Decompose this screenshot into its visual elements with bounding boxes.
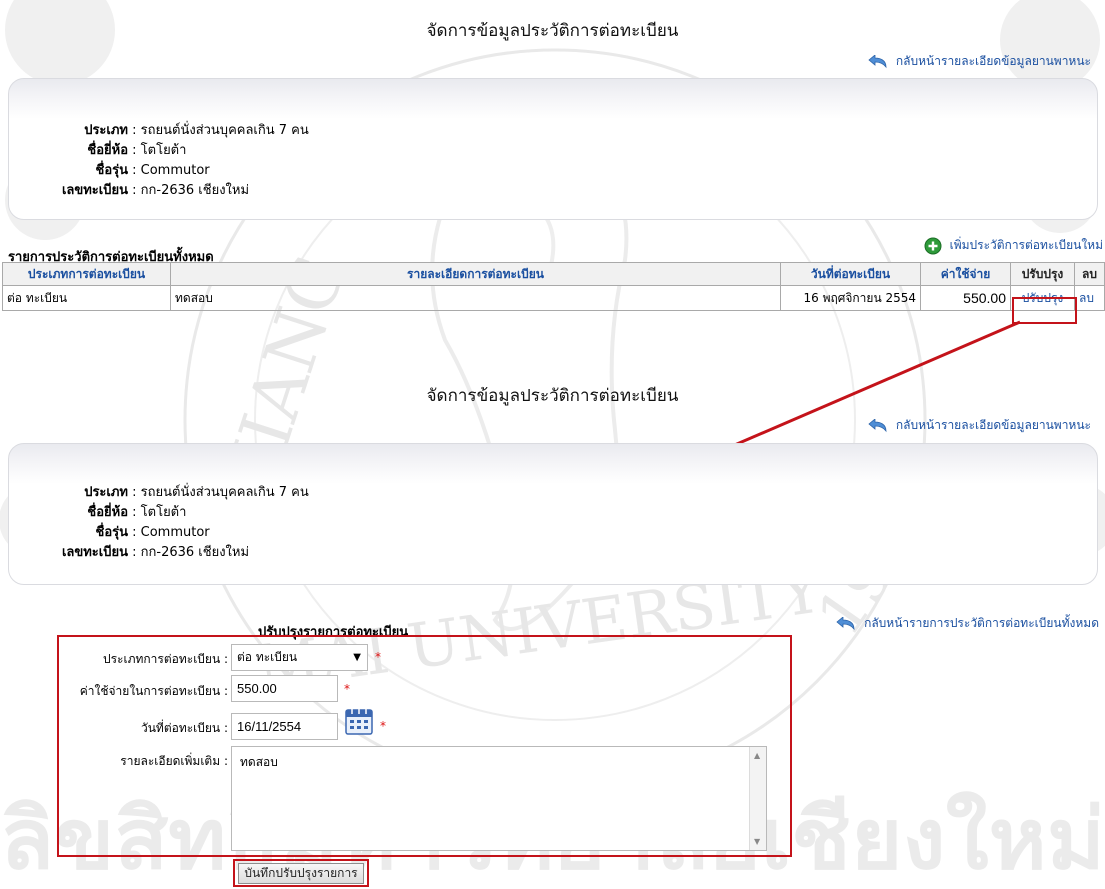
vehicle-model-row: ชื่อรุ่น : Commutor — [0, 161, 309, 181]
edit-highlight-box — [1012, 297, 1077, 324]
renewal-type-label: ประเภทการต่อทะเบียน : — [102, 652, 228, 666]
renewal-type-value: ต่อ ทะเบียน — [237, 650, 298, 664]
renewal-date-input[interactable] — [231, 713, 338, 740]
vehicle-brand-value: โตโยต้า — [140, 505, 187, 520]
detail-text: ทดสอบ — [240, 755, 278, 769]
vehicle-plate-row: เลขทะเบียน : กก-2636 เชียงใหม่ — [0, 543, 309, 563]
col-header-type: ประเภทการต่อทะเบียน — [2, 262, 171, 286]
back-arrow-icon — [836, 616, 855, 630]
col-header-edit: ปรับปรุง — [1010, 262, 1075, 286]
detail-label: รายละเอียดเพิ่มเติม : — [120, 754, 228, 768]
back-to-list-link[interactable]: กลับหน้ารายการประวัติการต่อทะเบียนทั้งหม… — [836, 614, 1099, 633]
required-mark: * — [375, 650, 381, 664]
vehicle-type-value: รถยนต์นั่งส่วนบุคคลเกิน 7 คน — [140, 485, 309, 500]
page-title-text: จัดการข้อมูลประวัติการต่อทะเบียน — [426, 21, 679, 41]
cell-detail: ทดสอบ — [170, 285, 781, 311]
vehicle-brand-value: โตโยต้า — [140, 143, 187, 158]
col-header-cost: ค่าใช้จ่าย — [920, 262, 1011, 286]
vehicle-plate-row: เลขทะเบียน : กก-2636 เชียงใหม่ — [0, 181, 309, 201]
col-header-detail: รายละเอียดการต่อทะเบียน — [170, 262, 781, 286]
vehicle-type-row: ประเภท : รถยนต์นั่งส่วนบุคคลเกิน 7 คน — [0, 121, 309, 141]
add-circle-icon — [924, 237, 942, 254]
vehicle-model-value: Commutor — [140, 163, 210, 178]
vehicle-model-row: ชื่อรุ่น : Commutor — [0, 523, 309, 543]
calendar-icon[interactable] — [344, 706, 374, 736]
delete-row-link[interactable]: ลบ — [1074, 285, 1105, 311]
cell-type: ต่อ ทะเบียน — [2, 285, 171, 311]
required-mark: * — [344, 682, 350, 696]
vehicle-info-2: ประเภท : รถยนต์นั่งส่วนบุคคลเกิน 7 คน ชื… — [0, 483, 309, 563]
add-history-link[interactable]: เพิ่มประวัติการต่อทะเบียนใหม่ — [924, 236, 1103, 255]
vehicle-model-label: ชื่อรุ่น — [95, 525, 129, 540]
page-title-2: จัดการข้อมูลประวัติการต่อทะเบียน — [0, 382, 1105, 409]
vehicle-brand-row: ชื่อยี่ห้อ : โตโยต้า — [0, 141, 309, 161]
vehicle-brand-label: ชื่อยี่ห้อ — [87, 505, 128, 520]
renewal-date-label: วันที่ต่อทะเบียน : — [140, 721, 228, 735]
vehicle-type-label: ประเภท — [84, 123, 128, 138]
page-title-2-text: จัดการข้อมูลประวัติการต่อทะเบียน — [426, 386, 679, 406]
back-to-list-label: กลับหน้ารายการประวัติการต่อทะเบียนทั้งหม… — [864, 616, 1099, 630]
vehicle-brand-row: ชื่อยี่ห้อ : โตโยต้า — [0, 503, 309, 523]
vehicle-type-label: ประเภท — [84, 485, 128, 500]
col-header-delete: ลบ — [1074, 262, 1105, 286]
history-table-header: ประเภทการต่อทะเบียน รายละเอียดการต่อทะเบ… — [2, 262, 1105, 286]
renewal-cost-input[interactable] — [231, 675, 338, 702]
back-to-vehicle-link-2[interactable]: กลับหน้ารายละเอียดข้อมูลยานพาหนะ — [868, 416, 1091, 435]
cell-cost: 550.00 — [920, 285, 1011, 311]
col-header-date: วันที่ต่อทะเบียน — [780, 262, 921, 286]
renewal-cost-label: ค่าใช้จ่ายในการต่อทะเบียน : — [79, 684, 228, 698]
scroll-down-icon[interactable]: ▼ — [754, 837, 760, 846]
save-update-button[interactable]: บันทึกปรับปรุงรายการ — [238, 863, 364, 884]
table-row: ต่อ ทะเบียน ทดสอบ 16 พฤศจิกายน 2554 550.… — [2, 285, 1105, 311]
back-arrow-icon — [868, 418, 887, 432]
vehicle-info: ประเภท : รถยนต์นั่งส่วนบุคคลเกิน 7 คน ชื… — [0, 121, 309, 201]
scroll-up-icon[interactable]: ▲ — [754, 751, 760, 760]
textarea-scrollbar[interactable]: ▲ ▼ — [749, 747, 766, 850]
vehicle-brand-label: ชื่อยี่ห้อ — [87, 143, 128, 158]
vehicle-plate-value: กก-2636 เชียงใหม่ — [140, 183, 250, 198]
page-title: จัดการข้อมูลประวัติการต่อทะเบียน — [0, 17, 1105, 44]
chevron-down-icon: ▼ — [353, 652, 361, 663]
required-mark: * — [380, 719, 386, 733]
back-to-vehicle-link[interactable]: กลับหน้ารายละเอียดข้อมูลยานพาหนะ — [868, 52, 1091, 71]
detail-textarea[interactable]: ทดสอบ ▲ ▼ — [231, 746, 767, 851]
vehicle-plate-value: กก-2636 เชียงใหม่ — [140, 545, 250, 560]
renewal-type-select[interactable]: ต่อ ทะเบียน ▼ — [231, 644, 368, 671]
vehicle-plate-label: เลขทะเบียน — [61, 545, 128, 560]
cell-date: 16 พฤศจิกายน 2554 — [780, 285, 921, 311]
back-to-vehicle-label: กลับหน้ารายละเอียดข้อมูลยานพาหนะ — [895, 54, 1091, 68]
back-arrow-icon — [868, 54, 887, 68]
back-to-vehicle-label-2: กลับหน้ารายละเอียดข้อมูลยานพาหนะ — [895, 418, 1091, 432]
vehicle-type-row: ประเภท : รถยนต์นั่งส่วนบุคคลเกิน 7 คน — [0, 483, 309, 503]
add-history-label: เพิ่มประวัติการต่อทะเบียนใหม่ — [949, 238, 1103, 252]
vehicle-type-value: รถยนต์นั่งส่วนบุคคลเกิน 7 คน — [140, 123, 309, 138]
vehicle-model-label: ชื่อรุ่น — [95, 163, 129, 178]
history-table: ประเภทการต่อทะเบียน รายละเอียดการต่อทะเบ… — [2, 262, 1105, 311]
vehicle-plate-label: เลขทะเบียน — [61, 183, 128, 198]
vehicle-model-value: Commutor — [140, 525, 210, 540]
